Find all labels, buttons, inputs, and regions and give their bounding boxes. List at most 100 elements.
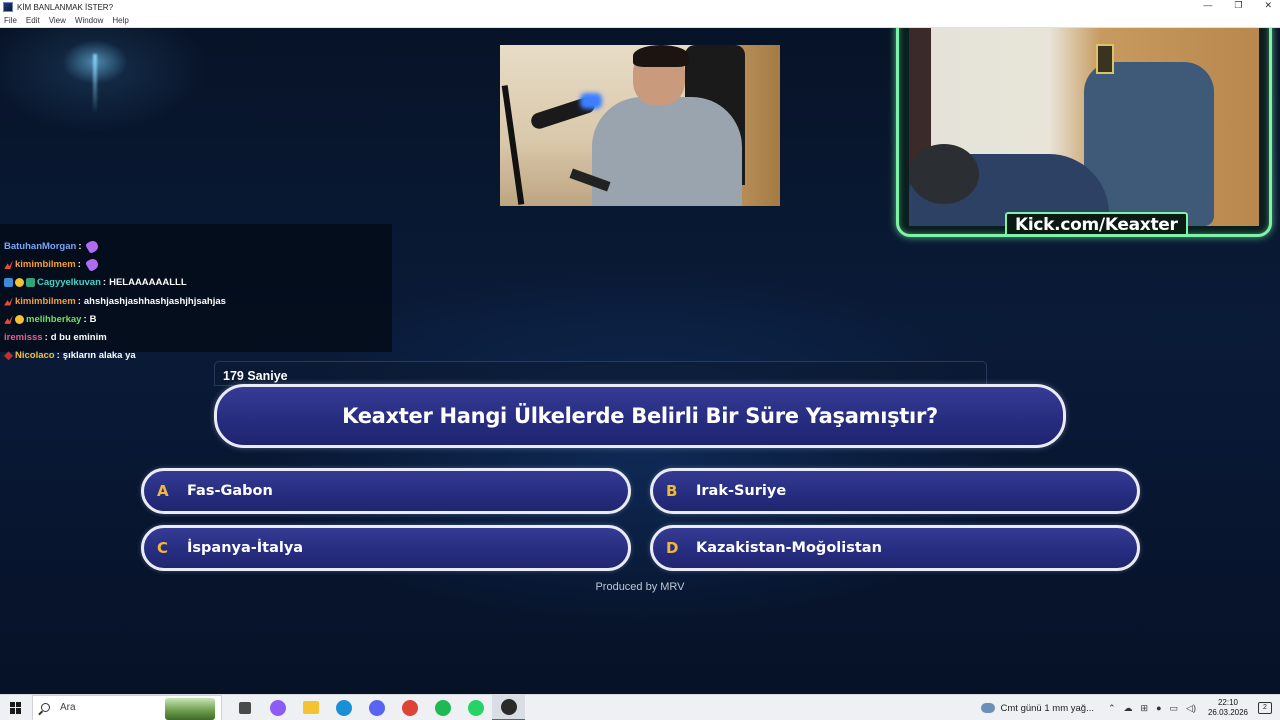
clock[interactable]: 22:10 26.03.2026 [1208,698,1248,718]
game-stage: Kick.com/Keaxter BatuhanMorgan: kimimbilm… [0,28,1280,694]
task-view-taskbar-button[interactable] [228,695,261,720]
whatsapp-taskbar-button[interactable] [459,695,492,720]
poster [1096,44,1114,74]
copilot-taskbar-button[interactable] [261,695,294,720]
chat-faded-row [4,226,388,236]
whatsapp-icon [467,699,484,716]
menu-edit[interactable]: Edit [26,16,40,25]
chat-text: d bu eminim [50,332,107,344]
system-tray: Cmt günü 1 mm yağ... ⌃ ☁ ⊞ ● ▭ ◁) 22:10 … [980,695,1280,720]
kick-badge-icon [4,259,13,269]
edge-taskbar-button[interactable] [327,695,360,720]
menu-file[interactable]: File [4,16,17,25]
file-explorer-icon [302,701,319,714]
mic-arm [501,85,525,205]
chat-username[interactable]: kimimbilmem [15,296,76,307]
answer-a-button[interactable]: A Fas-Gabon [141,468,631,514]
chat-text: şıkların alaka ya [62,350,136,362]
kick-channel-label: Kick.com/Keaxter [1005,212,1188,234]
network-icon[interactable]: ⊞ [1141,703,1149,714]
chat-message: iremisss: d bu eminim [4,328,388,346]
app-icon [3,2,13,12]
answer-c-button[interactable]: C İspanya-İtalya [141,525,631,571]
chat-username[interactable]: Cagyyelkuvan [37,277,101,288]
mic-light [580,93,602,109]
chat-username[interactable]: kimimbilmem [15,259,76,270]
clock-time: 22:10 [1217,698,1238,707]
chat-username[interactable]: BatuhanMorgan [4,241,76,252]
spotify-icon [434,699,451,716]
windows-icon [10,701,22,714]
webcam-feed-streamer [909,28,1259,226]
chat-username[interactable]: melihberkay [26,314,81,325]
task-view-icon [238,701,251,714]
spotlight-beam [93,54,97,114]
credit-text: Produced by MRV [595,581,685,593]
kick-badge-icon [4,296,13,306]
window-title: KİM BANLANMAK İSTER? [17,2,114,12]
chat-message: BatuhanMorgan: [4,237,388,255]
chat-separator: : [44,332,48,344]
emote-icon [84,256,100,272]
chat-username[interactable]: iremisss [4,332,43,343]
taskbar-search[interactable]: Ara [32,694,222,720]
chat-message: kimimbilmem: ahshjashjashhashjashjhjsahja… [4,292,388,310]
volume-icon[interactable]: ◁) [1186,703,1196,714]
minimize-button[interactable]: — [1203,0,1212,11]
taskbar: Ara Cmt günü 1 mm yağ... ⌃ ☁ ⊞ ● ▭ ◁) 22… [0,694,1280,720]
person-body [592,97,742,206]
clock-date: 26.03.2026 [1207,708,1248,717]
answer-b-button[interactable]: B Irak-Suriye [650,468,1140,514]
taskbar-apps [228,694,525,720]
file-explorer-taskbar-button[interactable] [294,695,327,720]
obs-icon [500,698,517,715]
chrome-icon [401,699,418,716]
answer-letter: A [157,482,169,500]
menu-window[interactable]: Window [75,16,103,25]
menu-view[interactable]: View [49,16,66,25]
answer-letter: D [666,539,679,557]
close-button[interactable]: ✕ [1264,0,1272,11]
spotify-taskbar-button[interactable] [426,695,459,720]
window-controls: — ❐ ✕ [1203,0,1272,11]
menu-help[interactable]: Help [112,16,128,25]
cloud-icon[interactable]: ☁ [1124,703,1133,714]
answer-text: İspanya-İtalya [187,540,304,556]
window-titlebar: KİM BANLANMAK İSTER? — ❐ ✕ [0,0,1280,14]
chat-message: melihberkay: B [4,310,388,328]
chat-username[interactable]: Nicolaco [15,350,55,361]
streamer-cam-frame: Kick.com/Keaxter [896,28,1272,237]
kick-badge-icon [4,314,13,324]
start-button[interactable] [0,695,32,720]
answer-d-button[interactable]: D Kazakistan-Moğolistan [650,525,1140,571]
chevron-up-icon[interactable]: ⌃ [1108,703,1116,714]
question-text: Keaxter Hangi Ülkelerde Belirli Bir Süre… [342,404,938,428]
obs-taskbar-button[interactable] [492,694,525,720]
headphones [909,144,979,204]
search-icon [41,703,50,712]
timer-label: 179 Saniye [223,369,288,383]
notification-icon[interactable]: 2 [1258,702,1272,714]
microphone-icon[interactable]: ● [1156,703,1161,714]
weather-widget[interactable]: Cmt günü 1 mm yağ... [980,702,1094,714]
maximize-button[interactable]: ❐ [1234,0,1242,11]
weather-text: Cmt günü 1 mm yağ... [1000,702,1094,714]
chat-text: ahshjashjashhashjashjhjsahjas [83,295,226,307]
answer-letter: B [666,482,678,500]
chat-separator: : [77,258,81,270]
chat-separator: : [56,350,60,362]
answer-letter: C [157,539,169,557]
discord-taskbar-button[interactable] [360,695,393,720]
notification-count: 2 [1263,704,1267,711]
chat-message: Cagyyelkuvan: HELAAAAAALLL [4,274,388,292]
webcam-feed-main [500,45,780,206]
chat-separator: : [83,313,87,325]
chat-message: kimimbilmem: [4,255,388,273]
display-icon[interactable]: ▭ [1170,703,1179,714]
red-badge-icon [4,351,13,361]
chrome-taskbar-button[interactable] [393,695,426,720]
copilot-icon [269,699,286,716]
question-box: Keaxter Hangi Ülkelerde Belirli Bir Süre… [214,384,1066,448]
sub-badge-icon [15,278,24,288]
chat-text: B [89,313,97,325]
